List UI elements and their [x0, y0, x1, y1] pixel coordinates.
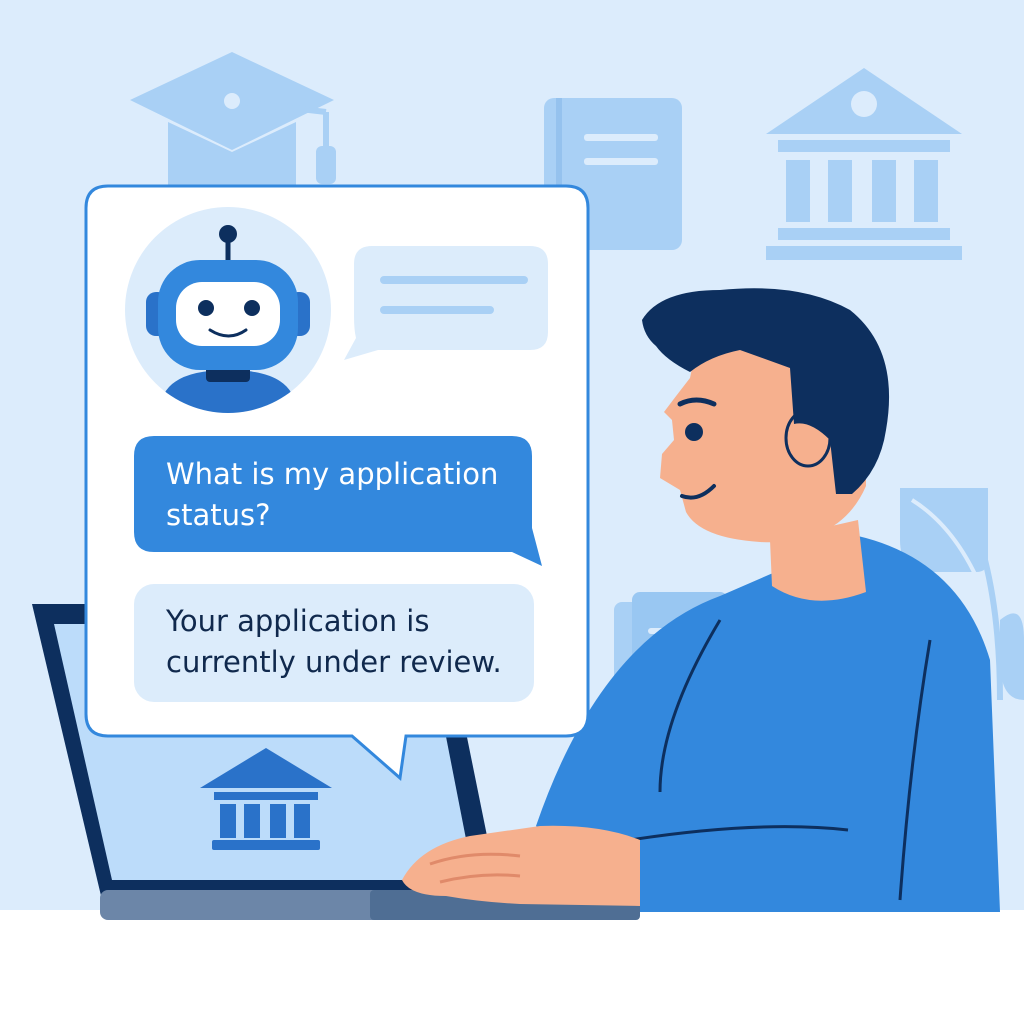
floor	[0, 910, 1024, 1024]
illustration-scene: What is my application status? Your appl…	[0, 0, 1024, 1024]
user-message-text: What is my application status?	[166, 457, 499, 532]
bot-reply-text: Your application is currently under revi…	[166, 604, 502, 679]
typing-bubble-icon	[344, 246, 548, 360]
